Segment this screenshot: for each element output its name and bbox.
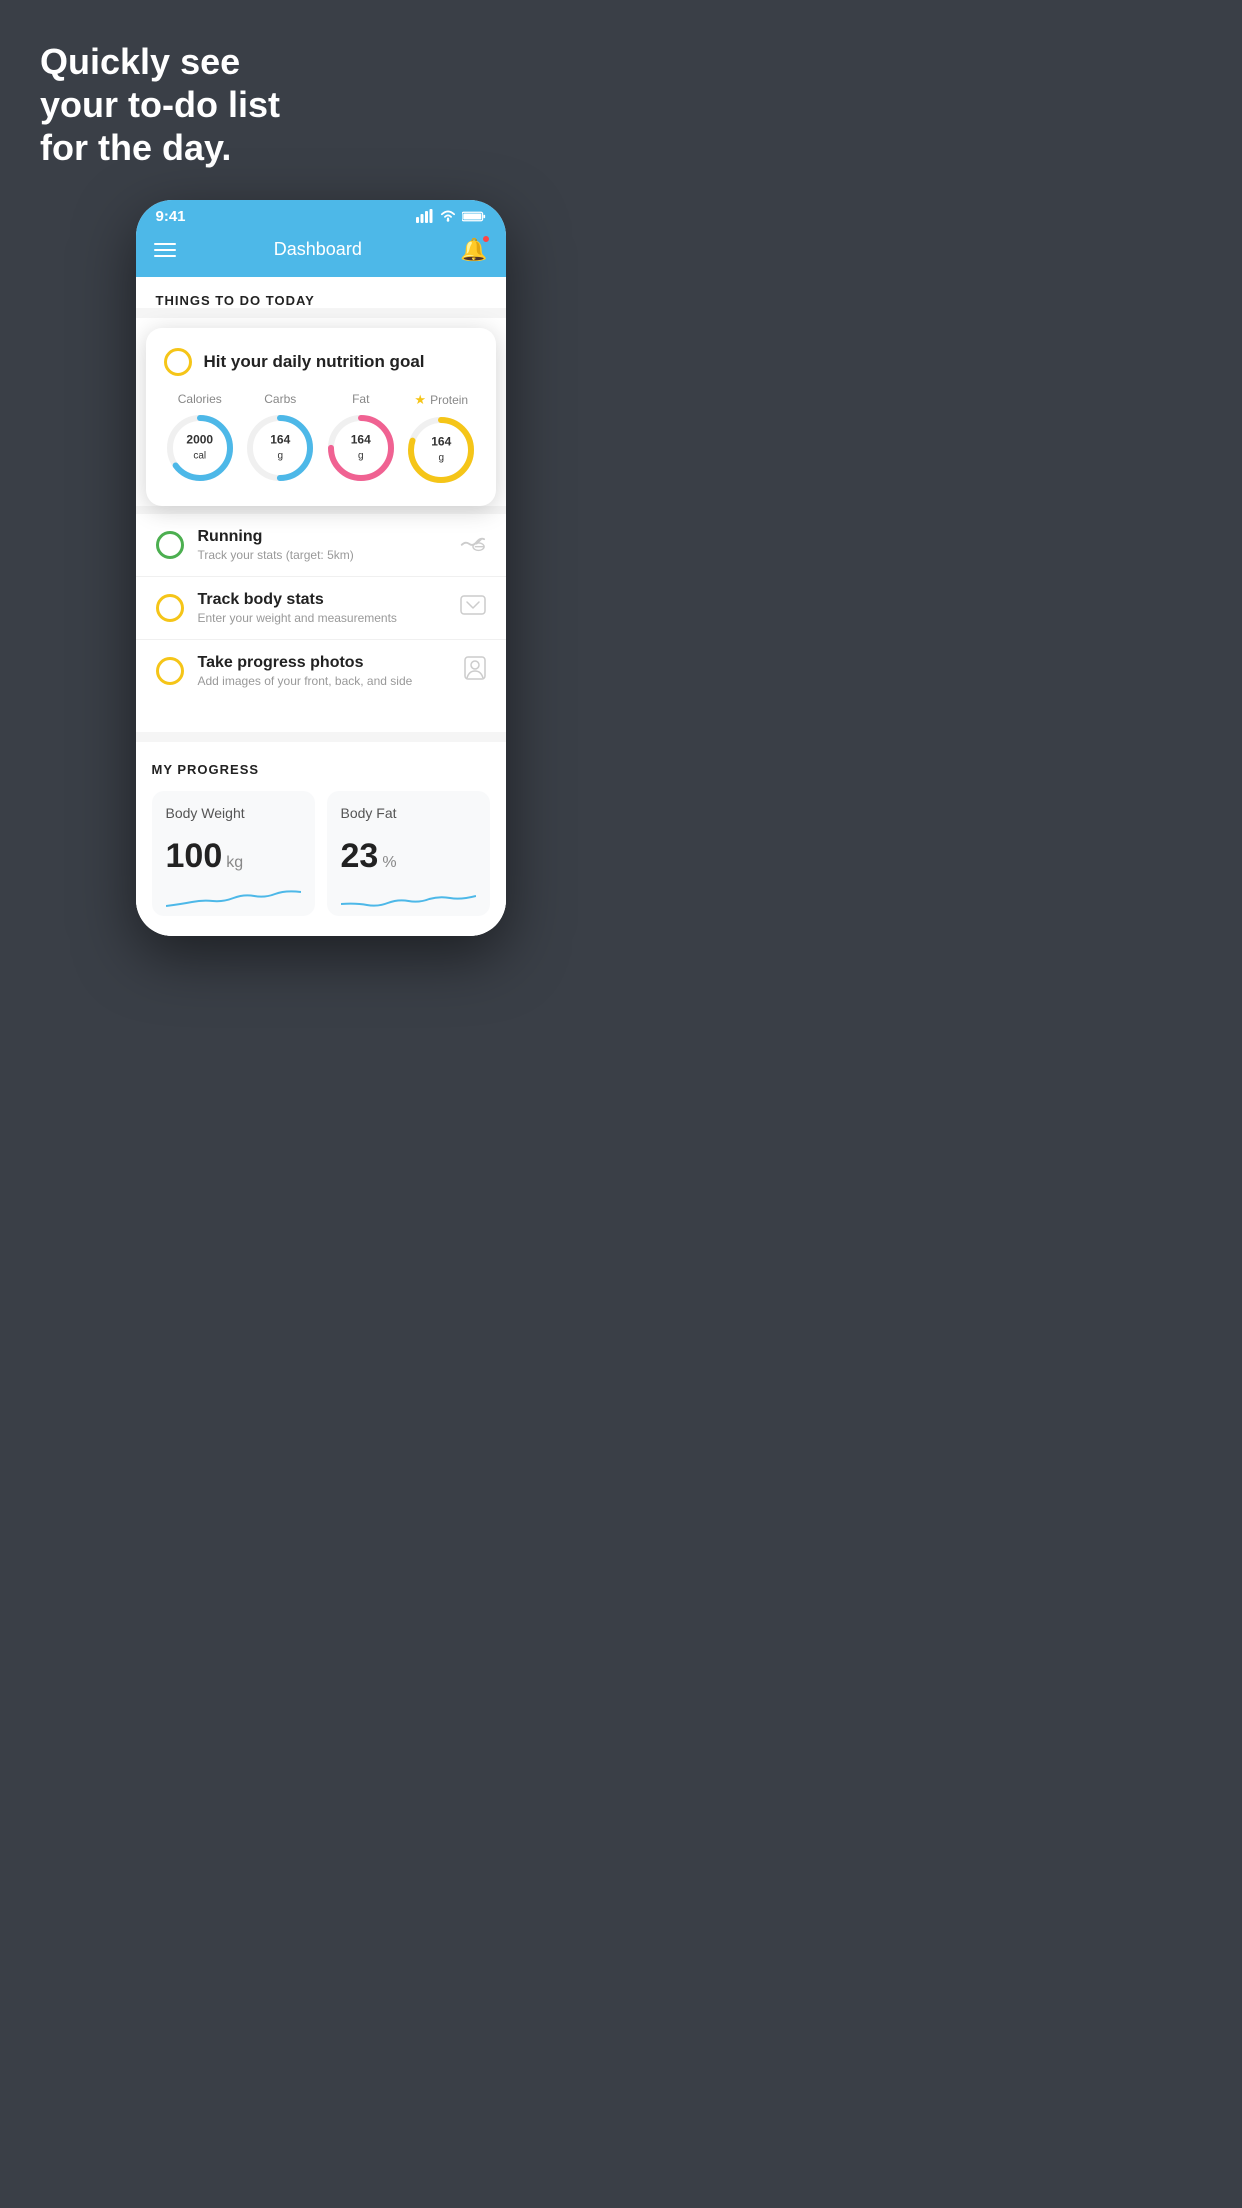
fat-label: Fat bbox=[352, 392, 369, 406]
progress-photos-subtitle: Add images of your front, back, and side bbox=[198, 674, 450, 688]
protein-value: 164 g bbox=[431, 434, 451, 465]
floating-card-container: Hit your daily nutrition goal Calories bbox=[136, 318, 506, 506]
running-circle bbox=[156, 531, 184, 559]
nav-bar: Dashboard 🔔 bbox=[136, 229, 506, 277]
todo-list: Running Track your stats (target: 5km) bbox=[136, 514, 506, 702]
nutrition-protein: ★ Protein 164 g bbox=[405, 392, 477, 486]
headline-line1: Quickly see bbox=[40, 41, 240, 82]
nutrition-row: Calories 2000 cal bbox=[164, 392, 478, 486]
person-icon bbox=[464, 656, 486, 686]
nutrition-circle bbox=[164, 348, 192, 376]
nutrition-card: Hit your daily nutrition goal Calories bbox=[146, 328, 496, 506]
todo-progress-photos[interactable]: Take progress photos Add images of your … bbox=[136, 640, 506, 702]
progress-photos-title: Take progress photos bbox=[198, 654, 450, 672]
progress-title: MY PROGRESS bbox=[152, 762, 490, 777]
wifi-icon bbox=[439, 209, 457, 223]
body-weight-value: 100 kg bbox=[166, 837, 301, 876]
protein-circle: 164 g bbox=[405, 414, 477, 486]
calories-value: 2000 cal bbox=[186, 432, 213, 463]
todo-running[interactable]: Running Track your stats (target: 5km) bbox=[136, 514, 506, 577]
fat-value: 164 g bbox=[351, 432, 371, 463]
scale-icon bbox=[460, 594, 486, 622]
things-to-do-title: THINGS TO DO TODAY bbox=[156, 293, 486, 308]
running-texts: Running Track your stats (target: 5km) bbox=[198, 528, 444, 562]
body-fat-unit: % bbox=[382, 854, 396, 872]
phone-mockup: 9:41 bbox=[136, 200, 506, 936]
nutrition-fat: Fat 164 g bbox=[325, 392, 397, 484]
progress-photos-texts: Take progress photos Add images of your … bbox=[198, 654, 450, 688]
body-fat-value: 23 % bbox=[341, 837, 476, 876]
calories-circle: 2000 cal bbox=[164, 412, 236, 484]
carbs-circle: 164 g bbox=[244, 412, 316, 484]
track-body-subtitle: Enter your weight and measurements bbox=[198, 611, 446, 625]
track-body-texts: Track body stats Enter your weight and m… bbox=[198, 591, 446, 625]
body-fat-sparkline bbox=[341, 876, 476, 916]
status-bar: 9:41 bbox=[136, 200, 506, 229]
nav-title: Dashboard bbox=[274, 239, 362, 260]
running-subtitle: Track your stats (target: 5km) bbox=[198, 548, 444, 562]
body-weight-sparkline bbox=[166, 876, 301, 916]
nutrition-carbs: Carbs 164 g bbox=[244, 392, 316, 484]
body-weight-unit: kg bbox=[226, 854, 243, 872]
star-icon: ★ bbox=[414, 392, 426, 408]
notification-dot bbox=[482, 235, 490, 243]
headline-line3: for the day. bbox=[40, 127, 231, 168]
hamburger-menu[interactable] bbox=[154, 243, 176, 257]
page-wrapper: Quickly see your to-do list for the day.… bbox=[0, 0, 621, 1104]
carbs-value: 164 g bbox=[270, 432, 290, 463]
body-weight-card: Body Weight 100 kg bbox=[152, 791, 315, 916]
todo-track-body[interactable]: Track body stats Enter your weight and m… bbox=[136, 577, 506, 640]
status-icons bbox=[416, 209, 486, 223]
running-icon bbox=[458, 531, 486, 559]
phone-content: THINGS TO DO TODAY Hit your daily nutrit… bbox=[136, 277, 506, 936]
spacer bbox=[136, 702, 506, 732]
bell-icon[interactable]: 🔔 bbox=[460, 237, 487, 263]
progress-photos-circle bbox=[156, 657, 184, 685]
progress-cards: Body Weight 100 kg Body Fat 23 bbox=[152, 791, 490, 936]
track-body-title: Track body stats bbox=[198, 591, 446, 609]
things-to-do-header: THINGS TO DO TODAY bbox=[136, 277, 506, 308]
headline-line2: your to-do list bbox=[40, 84, 280, 125]
nutrition-card-header: Hit your daily nutrition goal bbox=[164, 348, 478, 376]
nutrition-card-title: Hit your daily nutrition goal bbox=[204, 352, 425, 372]
track-body-circle bbox=[156, 594, 184, 622]
battery-icon bbox=[462, 210, 486, 223]
status-time: 9:41 bbox=[156, 208, 186, 225]
signal-icon bbox=[416, 209, 434, 223]
nutrition-calories: Calories 2000 cal bbox=[164, 392, 236, 484]
running-title: Running bbox=[198, 528, 444, 546]
carbs-label: Carbs bbox=[264, 392, 296, 406]
body-fat-card-title: Body Fat bbox=[341, 805, 476, 821]
headline: Quickly see your to-do list for the day. bbox=[40, 40, 320, 170]
body-weight-card-title: Body Weight bbox=[166, 805, 301, 821]
body-fat-card: Body Fat 23 % bbox=[327, 791, 490, 916]
protein-label: ★ Protein bbox=[414, 392, 468, 408]
calories-label: Calories bbox=[178, 392, 222, 406]
progress-section: MY PROGRESS Body Weight 100 kg bbox=[136, 742, 506, 936]
fat-circle: 164 g bbox=[325, 412, 397, 484]
